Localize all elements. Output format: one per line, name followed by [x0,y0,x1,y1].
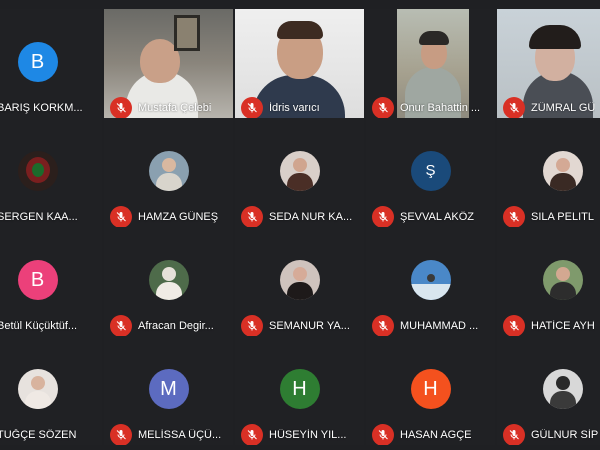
participant-tile[interactable]: Mustafa Çelebi [104,9,233,118]
avatar [543,369,583,409]
nameplate: HÜSEYİN YIL... [235,424,364,445]
mic-off-icon [372,206,394,227]
nameplate: HASAN AGÇE [366,424,495,445]
mic-off-icon [503,315,525,336]
participant-name: HATİCE AYH [531,320,595,332]
participant-tile[interactable]: HATİCE AYH [497,227,600,336]
mic-off-icon [241,97,263,118]
participant-name: Afracan Degir... [138,320,214,332]
participant-tile[interactable]: M MELİSSA ÜÇÜ... [104,336,233,445]
nameplate: Onur Bahattin ... [366,97,495,118]
participant-tile[interactable]: Ş ŞEVVAL AKÖZ [366,118,495,227]
participant-row: B Betül Küçüktüf... Afracan Degir... SEM… [0,227,600,336]
participant-name: SERGEN KAA... [0,211,78,223]
mic-off-icon [503,424,525,445]
participant-name: ZÜMRAL GÜ [531,102,596,114]
participant-tile[interactable]: SILA PELITL [497,118,600,227]
mic-off-icon [241,424,263,445]
participant-tile[interactable]: B BARIŞ KORKM... [0,9,102,118]
avatar: B [17,42,58,82]
nameplate: SEMANUR YA... [235,315,364,336]
participant-tile[interactable]: H HÜSEYİN YIL... [235,336,364,445]
mic-off-icon [503,206,525,227]
nameplate: Betül Küçüktüf... [0,316,102,336]
participant-name: SEDA NUR KA... [269,211,353,223]
mic-off-icon [503,97,525,118]
participant-tile[interactable]: TUĞÇE SÖZEN [0,336,102,445]
nameplate: Afracan Degir... [104,315,233,336]
participant-tile[interactable]: B Betül Küçüktüf... [0,227,102,336]
participant-name: ŞEVVAL AKÖZ [400,211,474,223]
nameplate: ZÜMRAL GÜ [497,97,600,118]
participant-name: Onur Bahattin ... [400,102,481,114]
mic-off-icon [110,424,132,445]
nameplate: BARIŞ KORKM... [0,98,102,118]
participant-tile[interactable]: MUHAMMAD ... [366,227,495,336]
participant-tile[interactable]: Onur Bahattin ... [366,9,495,118]
avatar: M [148,369,189,409]
participant-name: MELİSSA ÜÇÜ... [138,429,222,441]
nameplate: GÜLNUR SİP [497,424,600,445]
avatar [543,260,583,300]
participant-tile[interactable]: İdris varıcı [235,9,364,118]
mic-off-icon [241,315,263,336]
participant-name: Mustafa Çelebi [138,102,212,114]
avatar [410,260,451,300]
nameplate: Mustafa Çelebi [104,97,233,118]
participant-tile[interactable]: H HASAN AGÇE [366,336,495,445]
participant-tile[interactable]: HAMZA GÜNEŞ [104,118,233,227]
participant-tile[interactable]: SEMANUR YA... [235,227,364,336]
nameplate: TUĞÇE SÖZEN [0,425,102,445]
avatar: Ş [410,151,451,191]
nameplate: İdris varıcı [235,97,364,118]
participant-tile[interactable]: SERGEN KAA... [0,118,102,227]
participant-grid: B BARIŞ KORKM... Mustafa Çelebi İdris va… [0,0,600,450]
avatar [279,260,320,300]
nameplate: MUHAMMAD ... [366,315,495,336]
avatar: B [17,260,58,300]
participant-tile[interactable]: ZÜMRAL GÜ [497,9,600,118]
participant-name: SEMANUR YA... [269,320,350,332]
participant-name: MUHAMMAD ... [400,320,479,332]
participant-row: SERGEN KAA... HAMZA GÜNEŞ SEDA NUR KA...… [0,118,600,227]
nameplate: HAMZA GÜNEŞ [104,206,233,227]
participant-name: SILA PELITL [531,211,594,223]
mic-off-icon [110,97,132,118]
nameplate: SERGEN KAA... [0,207,102,227]
nameplate: SILA PELITL [497,206,600,227]
participant-name: BARIŞ KORKM... [0,102,83,114]
participant-name: TUĞÇE SÖZEN [0,429,77,441]
participant-row: B BARIŞ KORKM... Mustafa Çelebi İdris va… [0,9,600,118]
mic-off-icon [110,206,132,227]
mic-off-icon [110,315,132,336]
avatar [17,369,58,409]
participant-name: İdris varıcı [269,102,320,114]
participant-row: TUĞÇE SÖZEN M MELİSSA ÜÇÜ... H HÜSEYİN Y… [0,336,600,445]
participant-name: HASAN AGÇE [400,429,472,441]
participant-tile[interactable]: Afracan Degir... [104,227,233,336]
participant-name: GÜLNUR SİP [531,429,599,441]
nameplate: HATİCE AYH [497,315,600,336]
participant-name: HÜSEYİN YIL... [269,429,347,441]
nameplate: MELİSSA ÜÇÜ... [104,424,233,445]
avatar [148,260,189,300]
avatar: H [279,369,320,409]
avatar [543,151,583,191]
bottom-bar [0,445,600,450]
mic-off-icon [241,206,263,227]
mic-off-icon [372,424,394,445]
participant-tile[interactable]: GÜLNUR SİP [497,336,600,445]
avatar: H [410,369,451,409]
nameplate: ŞEVVAL AKÖZ [366,206,495,227]
participant-name: HAMZA GÜNEŞ [138,211,219,223]
mic-off-icon [372,315,394,336]
participant-name: Betül Küçüktüf... [0,320,78,332]
participant-tile[interactable]: SEDA NUR KA... [235,118,364,227]
avatar [279,151,320,191]
nameplate: SEDA NUR KA... [235,206,364,227]
mic-off-icon [372,97,394,118]
avatar [148,151,189,191]
avatar [17,151,58,191]
